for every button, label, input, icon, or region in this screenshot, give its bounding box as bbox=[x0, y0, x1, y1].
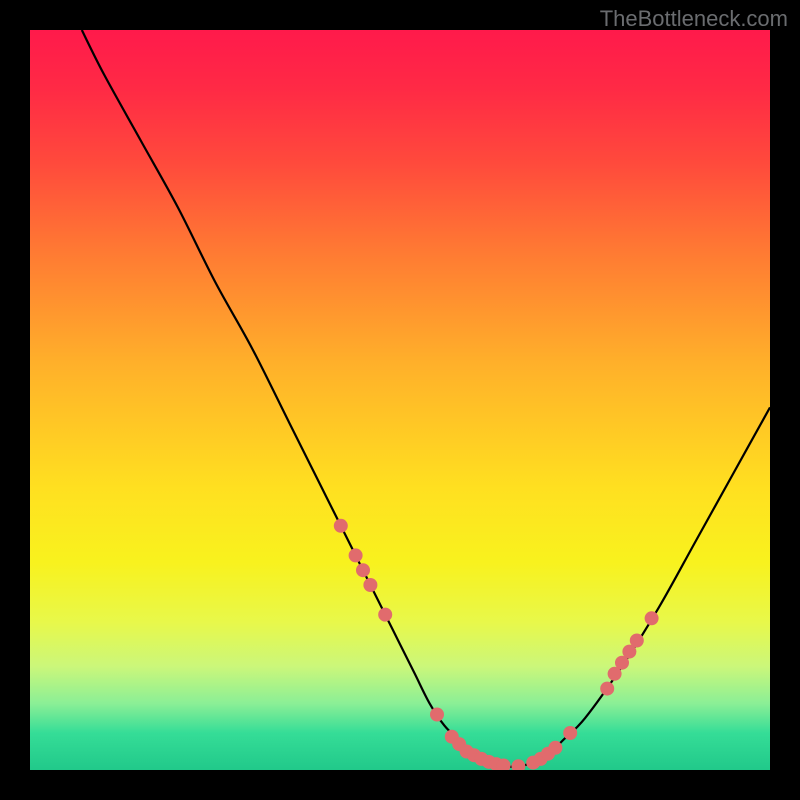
dot-marker bbox=[378, 608, 392, 622]
dot-marker bbox=[356, 563, 370, 577]
dot-marker bbox=[645, 611, 659, 625]
dot-marker bbox=[563, 726, 577, 740]
watermark-label: TheBottleneck.com bbox=[600, 6, 788, 32]
dot-marker bbox=[600, 682, 614, 696]
dot-marker bbox=[349, 548, 363, 562]
dot-marker bbox=[630, 634, 644, 648]
dot-marker bbox=[334, 519, 348, 533]
dot-marker bbox=[548, 741, 562, 755]
plot-area bbox=[30, 30, 770, 770]
plot-svg bbox=[30, 30, 770, 770]
dot-marker bbox=[430, 708, 444, 722]
frame: TheBottleneck.com bbox=[0, 0, 800, 800]
dot-marker bbox=[363, 578, 377, 592]
